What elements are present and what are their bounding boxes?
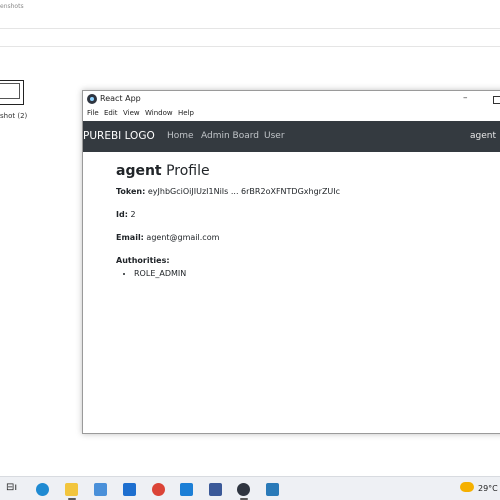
thumbnail-preview xyxy=(0,83,20,99)
menu-file[interactable]: File xyxy=(87,109,99,117)
vscode-icon[interactable] xyxy=(180,483,193,496)
window-title: React App xyxy=(100,94,141,103)
authority-item: ROLE_ADMIN xyxy=(134,269,186,278)
react-app-window: React App – File Edit View Window Help P… xyxy=(82,90,500,434)
weather-icon[interactable] xyxy=(460,482,474,492)
token-value: eyJhbGciOiJIUzI1NiIs ... 6rBR2oXFNTDGxhg… xyxy=(145,187,341,196)
profile-username: agent xyxy=(116,163,162,179)
menu-bar: File Edit View Window Help xyxy=(83,108,500,120)
nav-link-user[interactable]: User xyxy=(264,131,285,141)
menu-view[interactable]: View xyxy=(123,109,140,117)
brand-logo[interactable]: PUREBI LOGO xyxy=(83,130,155,142)
email-label: Email: xyxy=(116,233,144,242)
authorities-row: Authorities: xyxy=(116,256,170,265)
authorities-label: Authorities: xyxy=(116,256,170,265)
token-row: Token: eyJhbGciOiJIUzI1NiIs ... 6rBR2oXF… xyxy=(116,187,340,196)
weather-temperature[interactable]: 29°C xyxy=(478,484,498,493)
id-label: Id: xyxy=(116,210,128,219)
token-label: Token: xyxy=(116,187,146,196)
page-title: agent Profile xyxy=(116,163,210,179)
react-app-icon[interactable] xyxy=(237,483,250,496)
email-row: Email: agent@gmail.com xyxy=(116,233,219,242)
app-icon[interactable] xyxy=(209,483,222,496)
explorer-path-text: enshots xyxy=(0,3,24,10)
mail-icon[interactable] xyxy=(123,483,136,496)
maximize-button[interactable] xyxy=(493,96,500,104)
minimize-button[interactable]: – xyxy=(463,93,468,103)
id-row: Id: 2 xyxy=(116,210,136,219)
explorer-divider xyxy=(0,46,500,47)
explorer-divider xyxy=(0,28,500,29)
file-thumbnail[interactable] xyxy=(0,80,24,105)
electron-app-icon xyxy=(87,94,97,104)
menu-window[interactable]: Window xyxy=(145,109,173,117)
menu-edit[interactable]: Edit xyxy=(104,109,118,117)
file-explorer-icon[interactable] xyxy=(65,483,78,496)
app-navbar: PUREBI LOGO Home Admin Board User agent xyxy=(83,121,500,152)
menu-help[interactable]: Help xyxy=(178,109,194,117)
window-titlebar[interactable]: React App – xyxy=(83,91,500,108)
widgets-icon[interactable]: ⊟ı xyxy=(6,482,17,493)
photos-icon[interactable] xyxy=(266,483,279,496)
authorities-list: ROLE_ADMIN xyxy=(122,269,186,278)
nav-link-home[interactable]: Home xyxy=(167,131,194,141)
id-value: 2 xyxy=(127,210,136,219)
chrome-icon[interactable] xyxy=(152,483,165,496)
email-value: agent@gmail.com xyxy=(143,233,220,242)
profile-content: agent Profile Token: eyJhbGciOiJIUzI1NiI… xyxy=(116,152,500,433)
nav-user-link[interactable]: agent xyxy=(470,131,496,141)
nav-link-admin-board[interactable]: Admin Board xyxy=(201,131,259,141)
edge-icon[interactable] xyxy=(36,483,49,496)
profile-title-suffix: Profile xyxy=(161,163,210,179)
file-thumbnail-label[interactable]: shot (2) xyxy=(0,112,27,120)
store-icon[interactable] xyxy=(94,483,107,496)
windows-taskbar: ⊟ı 29°C xyxy=(0,476,500,500)
